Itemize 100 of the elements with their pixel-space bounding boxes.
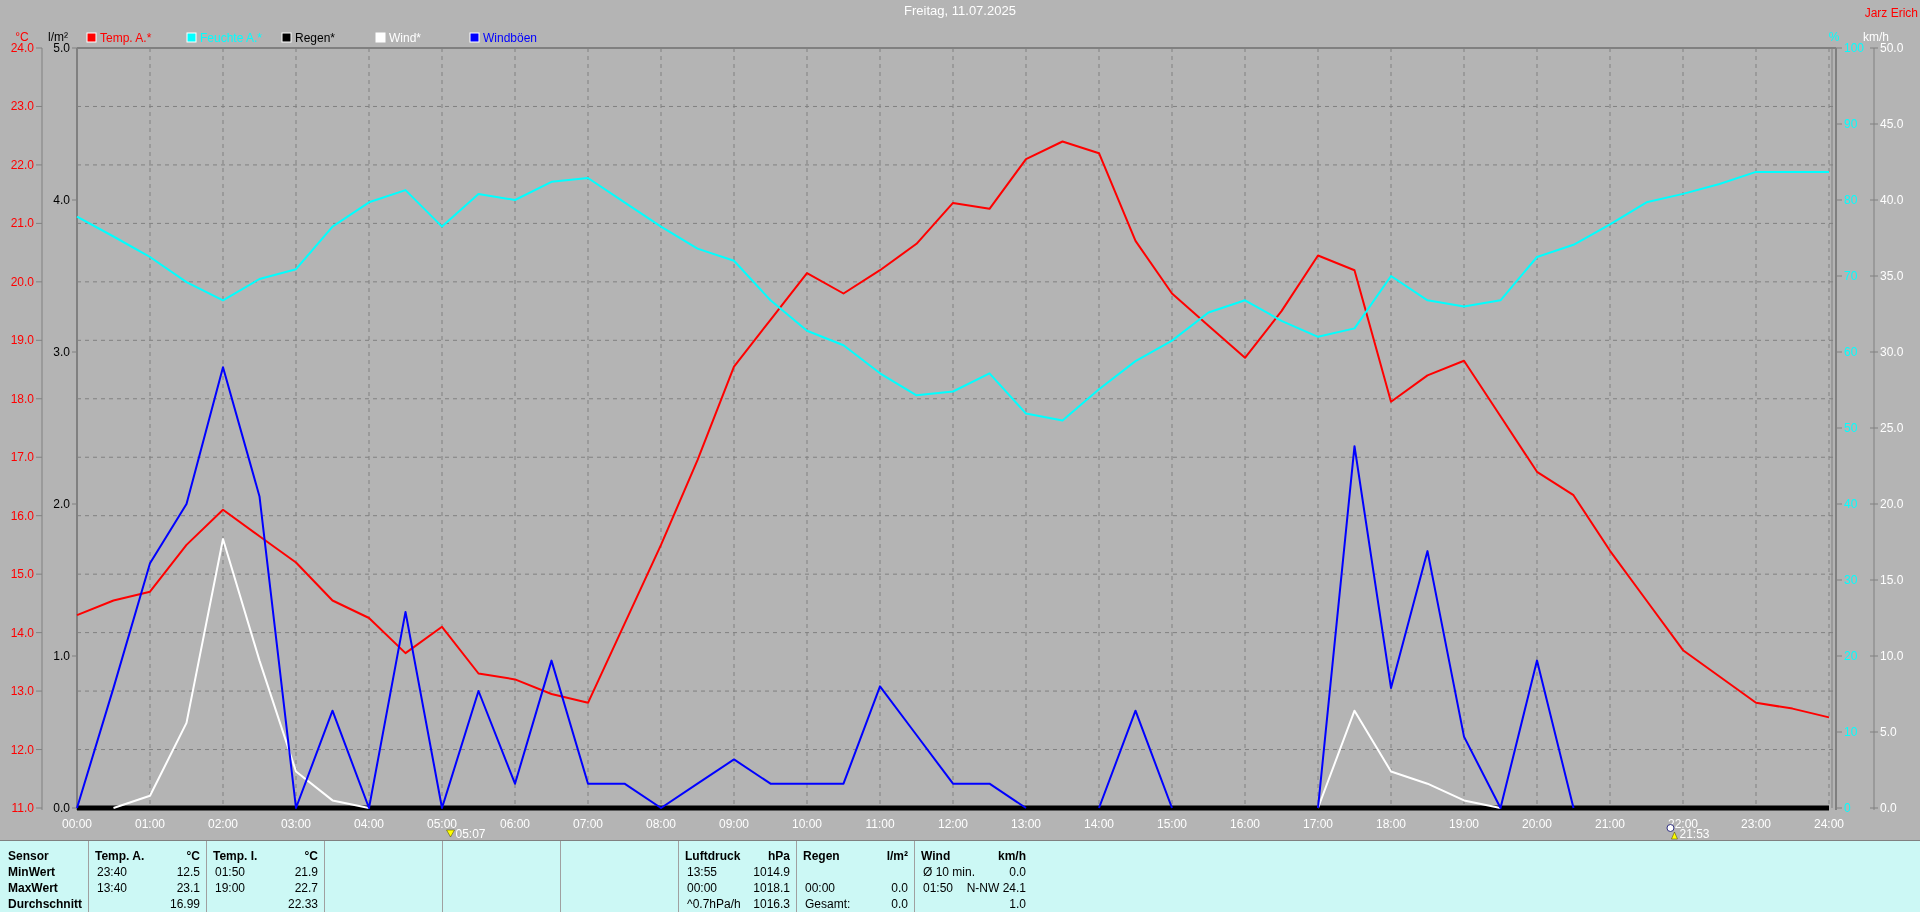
unit-label: °C bbox=[304, 848, 318, 864]
axis-tick-label: 1.0 bbox=[53, 649, 70, 663]
axis-tick-label: 21.0 bbox=[10, 216, 34, 231]
axis-tick-label: 23:00 bbox=[1741, 817, 1771, 831]
axis-tick-label: 100 bbox=[1844, 41, 1865, 55]
value-cell: 1018.1 bbox=[753, 880, 790, 896]
value-cell: 0.0 bbox=[891, 880, 908, 896]
column-title: Wind bbox=[921, 848, 951, 864]
unit-label: km/h bbox=[998, 848, 1026, 864]
axis-tick-label: 25.0 bbox=[1880, 421, 1904, 435]
axis-unit: l/m² bbox=[48, 30, 68, 44]
axis-tick-label: 20.0 bbox=[10, 274, 34, 289]
arrow-down-icon bbox=[446, 829, 455, 838]
time-cell-text: Gesamt: bbox=[804, 896, 851, 912]
axis-tick-label: 30.0 bbox=[1880, 345, 1904, 359]
value-cell: 16.99 bbox=[169, 896, 200, 912]
axis-tick-label: 35.0 bbox=[1880, 269, 1904, 283]
axis-tick-label: 17.0 bbox=[10, 450, 34, 465]
axis-tick-label: 16:00 bbox=[1230, 817, 1260, 831]
author-name: Jarz Erich bbox=[1864, 5, 1918, 22]
axis-tick-label: 0.0 bbox=[1880, 801, 1897, 815]
axis-tick-label: 12.0 bbox=[10, 742, 34, 757]
axis-tick-label: 11:00 bbox=[865, 817, 895, 831]
axis-tick-label: 24.0 bbox=[10, 41, 34, 55]
time-cell-text: 00:00 bbox=[804, 880, 836, 896]
value-cell: 0.0 bbox=[1009, 864, 1026, 880]
unit-label: l/m² bbox=[886, 848, 908, 864]
axis-tick-label: 50 bbox=[1844, 421, 1858, 435]
axis-tick-label: 04:00 bbox=[354, 817, 384, 831]
axis-tick-label: 5.0 bbox=[1880, 725, 1897, 739]
axis-tick-label: 09:00 bbox=[719, 817, 749, 831]
column-title: Temp. A. bbox=[95, 848, 145, 864]
value-cell: 22.7 bbox=[294, 880, 318, 896]
column-title: Regen bbox=[803, 848, 840, 864]
axis-tick-label: 07:00 bbox=[573, 817, 603, 831]
axis-tick-label: 24:00 bbox=[1814, 817, 1844, 831]
axis-tick-label: 10 bbox=[1844, 725, 1858, 739]
legend-label: Regen* bbox=[295, 31, 336, 45]
axis-tick-label: 14.0 bbox=[10, 625, 34, 640]
sun-time-label: 05:07 bbox=[455, 827, 486, 841]
axis-tick-label: 60 bbox=[1844, 345, 1858, 359]
axis-tick-label: 13.0 bbox=[10, 684, 34, 699]
axis-tick-label: 4.0 bbox=[53, 193, 70, 207]
axis-tick-label: 3.0 bbox=[53, 345, 70, 359]
axis-tick-label: 19:00 bbox=[1449, 817, 1479, 831]
axis-tick-label: 02:00 bbox=[208, 817, 238, 831]
axis-tick-label: 14:00 bbox=[1084, 817, 1114, 831]
value-cell: 1014.9 bbox=[753, 864, 790, 880]
time-cell-text: 13:40 bbox=[96, 880, 128, 896]
axis-tick-label: 21:00 bbox=[1595, 817, 1625, 831]
legend-label: Windböen bbox=[483, 31, 538, 45]
time-cell-text: 01:50 bbox=[214, 864, 246, 880]
axis-tick-label: 5.0 bbox=[53, 41, 70, 55]
row-label: MinWert bbox=[8, 864, 57, 880]
axis-tick-label: 22.0 bbox=[10, 157, 34, 172]
value-cell: 1016.3 bbox=[753, 896, 790, 912]
unit-label: °C bbox=[186, 848, 200, 864]
row-label: MaxWert bbox=[8, 880, 59, 896]
time-cell-text: 23:40 bbox=[96, 864, 128, 880]
axis-tick-label: 2.0 bbox=[53, 497, 70, 511]
axis-tick-label: 01:00 bbox=[135, 817, 165, 831]
axis-tick-label: 15:00 bbox=[1157, 817, 1187, 831]
axis-tick-label: 10.0 bbox=[1880, 649, 1904, 663]
axis-tick-label: 06:00 bbox=[500, 817, 530, 831]
axis-tick-label: 08:00 bbox=[646, 817, 676, 831]
time-cell-text: 19:00 bbox=[214, 880, 246, 896]
legend-label: Feuchte A.* bbox=[200, 31, 263, 45]
value-cell: N-NW 24.1 bbox=[966, 880, 1026, 896]
legend-label: Temp. A.* bbox=[100, 31, 152, 45]
legend-label: Wind* bbox=[389, 31, 421, 45]
time-cell-text: 00:00 bbox=[686, 880, 718, 896]
value-cell: 0.0 bbox=[891, 896, 908, 912]
axis-unit: km/h bbox=[1863, 30, 1889, 44]
axis-tick-label: 19.0 bbox=[10, 333, 34, 348]
value-cell: 12.5 bbox=[176, 864, 200, 880]
axis-unit: °C bbox=[15, 30, 29, 44]
axis-tick-label: 15.0 bbox=[10, 567, 34, 582]
axis-tick-label: 20 bbox=[1844, 649, 1858, 663]
axis-tick-label: 13:00 bbox=[1011, 817, 1041, 831]
time-cell-text: Ø 10 min. bbox=[922, 864, 976, 880]
axis-tick-label: 10:00 bbox=[792, 817, 822, 831]
row-label: Durchschnitt bbox=[8, 896, 83, 912]
axis-tick-label: 0 bbox=[1844, 801, 1851, 815]
axis-tick-label: 40.0 bbox=[1880, 193, 1904, 207]
axis-tick-label: 00:00 bbox=[62, 817, 92, 831]
axis-tick-label: 70 bbox=[1844, 269, 1858, 283]
axis-tick-label: 03:00 bbox=[281, 817, 311, 831]
unit-label: hPa bbox=[768, 848, 790, 864]
column-title: Luftdruck bbox=[685, 848, 741, 864]
sun-time-label: 21:53 bbox=[1679, 827, 1710, 841]
axis-unit: % bbox=[1828, 30, 1840, 44]
axis-tick-label: 0.0 bbox=[53, 801, 70, 815]
axis-tick-label: 40 bbox=[1844, 497, 1858, 511]
axis-tick-label: 18:00 bbox=[1376, 817, 1406, 831]
axis-tick-label: 15.0 bbox=[1880, 573, 1904, 587]
value-cell: 23.1 bbox=[176, 880, 200, 896]
value-cell: 1.0 bbox=[1009, 896, 1026, 912]
value-cell: 22.33 bbox=[287, 896, 318, 912]
axis-tick-label: 20:00 bbox=[1522, 817, 1552, 831]
axis-tick-label: 12:00 bbox=[938, 817, 968, 831]
